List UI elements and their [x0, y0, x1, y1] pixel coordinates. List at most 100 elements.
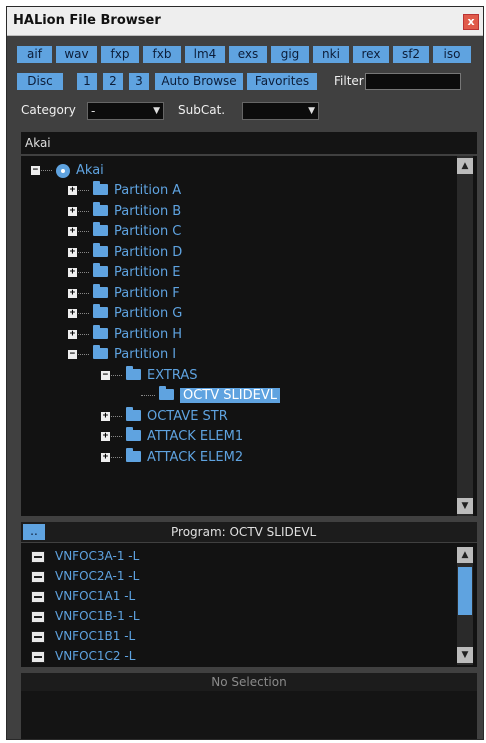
filetype-aif-button[interactable]: aif	[17, 46, 52, 63]
filetype-sf2-button[interactable]: sf2	[393, 46, 429, 63]
program-list[interactable]: VNFOC3A-1 -L VNFOC2A-1 -L VNFOC1A1 -L VN…	[21, 543, 477, 667]
folder-icon	[93, 243, 108, 257]
filetype-exs-button[interactable]: exs	[229, 46, 267, 63]
filter-label: Filter	[334, 74, 364, 88]
sample-icon	[31, 570, 45, 583]
file-browser-window: HALion File Browser x aif wav fxp fxb lm…	[6, 6, 484, 740]
disc-icon	[56, 163, 70, 178]
tree-header: Akai	[21, 132, 477, 154]
auto-browse-button[interactable]: Auto Browse	[155, 73, 243, 90]
tree-header-label: Akai	[25, 136, 51, 150]
subcat-select[interactable]: ▼	[242, 102, 319, 120]
sample-icon	[31, 550, 45, 563]
folder-icon	[126, 448, 141, 462]
list-item[interactable]: VNFOC2A-1 -L	[31, 567, 139, 585]
folder-icon	[93, 325, 108, 339]
folder-icon	[126, 366, 141, 380]
program-scrollbar[interactable]: ▲ ▼	[457, 547, 473, 665]
slot-1-button[interactable]: 1	[77, 73, 97, 90]
tree-node[interactable]: + Partition C	[68, 222, 181, 241]
tree-node[interactable]: + OCTAVE STR	[101, 407, 228, 426]
list-item[interactable]: VNFOC1B-1 -L	[31, 607, 140, 625]
no-selection-label: No Selection	[21, 673, 477, 691]
chevron-down-icon: ▼	[308, 106, 315, 116]
filetype-fxp-button[interactable]: fxp	[101, 46, 139, 63]
slot-3-button[interactable]: 3	[129, 73, 149, 90]
program-header: .. Program: OCTV SLIDEVL	[21, 522, 477, 542]
list-item[interactable]: VNFOC1C2 -L	[31, 647, 135, 665]
filetype-fxb-button[interactable]: fxb	[143, 46, 181, 63]
filetype-rex-button[interactable]: rex	[353, 46, 389, 63]
category-select[interactable]: - ▼	[87, 102, 164, 120]
expand-icon[interactable]: +	[101, 412, 110, 421]
parent-folder-button[interactable]: ..	[23, 524, 45, 540]
tree-node[interactable]: + Partition E	[68, 263, 181, 282]
tree-node[interactable]: + ATTACK ELEM2	[101, 448, 243, 467]
folder-icon	[93, 181, 108, 195]
filetype-iso-button[interactable]: iso	[433, 46, 471, 63]
expand-icon[interactable]: +	[68, 268, 77, 277]
collapse-icon[interactable]: −	[68, 350, 77, 359]
scrollbar-thumb[interactable]	[458, 567, 472, 615]
folder-icon	[93, 222, 108, 236]
chevron-down-icon: ▼	[153, 106, 160, 116]
list-item[interactable]: VNFOC3A-1 -L	[31, 547, 139, 565]
expand-icon[interactable]: +	[68, 289, 77, 298]
tree-node-selected[interactable]: OCTV SLIDEVL	[141, 386, 280, 405]
tree-node[interactable]: + Partition F	[68, 284, 180, 303]
sample-icon	[31, 650, 45, 663]
scroll-up-icon[interactable]: ▲	[457, 547, 473, 563]
collapse-icon[interactable]: −	[101, 371, 110, 380]
close-button[interactable]: x	[463, 14, 479, 30]
tree-node[interactable]: + Partition D	[68, 243, 182, 262]
filter-input[interactable]	[365, 73, 461, 90]
filetype-nki-button[interactable]: nki	[313, 46, 349, 63]
sample-icon	[31, 590, 45, 603]
expand-icon[interactable]: +	[101, 432, 110, 441]
folder-icon	[126, 427, 141, 441]
folder-icon	[93, 202, 108, 216]
category-value: -	[91, 104, 96, 118]
filetype-wav-button[interactable]: wav	[56, 46, 97, 63]
tree-node[interactable]: + Partition G	[68, 304, 182, 323]
tree-node[interactable]: + Partition B	[68, 202, 181, 221]
expand-icon[interactable]: +	[68, 227, 77, 236]
tree-root[interactable]: − Akai	[31, 162, 104, 180]
tree-node[interactable]: − EXTRAS	[101, 366, 197, 385]
list-item[interactable]: VNFOC1A1 -L	[31, 587, 135, 605]
scroll-down-icon[interactable]: ▼	[457, 647, 473, 663]
folder-icon	[93, 304, 108, 318]
category-label: Category	[21, 103, 76, 117]
sample-icon	[31, 610, 45, 623]
program-title: Program: OCTV SLIDEVL	[171, 525, 317, 539]
subcat-label: SubCat.	[178, 103, 226, 117]
expand-icon[interactable]: +	[68, 309, 77, 318]
scroll-down-icon[interactable]: ▼	[457, 498, 473, 514]
expand-icon[interactable]: +	[68, 186, 77, 195]
tree-node[interactable]: + Partition A	[68, 181, 181, 200]
collapse-icon[interactable]: −	[31, 166, 40, 175]
folder-icon	[126, 407, 141, 421]
tree-node[interactable]: − Partition I	[68, 345, 176, 364]
folder-icon	[159, 386, 174, 400]
info-panel: No Selection	[21, 673, 477, 739]
expand-icon[interactable]: +	[101, 453, 110, 462]
expand-icon[interactable]: +	[68, 207, 77, 216]
slot-2-button[interactable]: 2	[103, 73, 123, 90]
expand-icon[interactable]: +	[68, 330, 77, 339]
tree-scrollbar[interactable]: ▲ ▼	[457, 156, 473, 516]
tree-node[interactable]: + Partition H	[68, 325, 182, 344]
scroll-up-icon[interactable]: ▲	[457, 158, 473, 174]
window-title: HALion File Browser	[13, 13, 161, 28]
filetype-lm4-button[interactable]: lm4	[185, 46, 225, 63]
list-item[interactable]: VNFOC1B1 -L	[31, 627, 135, 645]
favorites-button[interactable]: Favorites	[247, 73, 317, 90]
disc-button[interactable]: Disc	[17, 73, 63, 90]
folder-tree[interactable]: − Akai + Partition A + Partition B + Partiti…	[21, 156, 477, 516]
sample-icon	[31, 630, 45, 643]
expand-icon[interactable]: +	[68, 248, 77, 257]
folder-icon	[93, 263, 108, 277]
filetype-gig-button[interactable]: gig	[271, 46, 309, 63]
tree-node[interactable]: + ATTACK ELEM1	[101, 427, 243, 446]
folder-icon	[93, 345, 108, 359]
